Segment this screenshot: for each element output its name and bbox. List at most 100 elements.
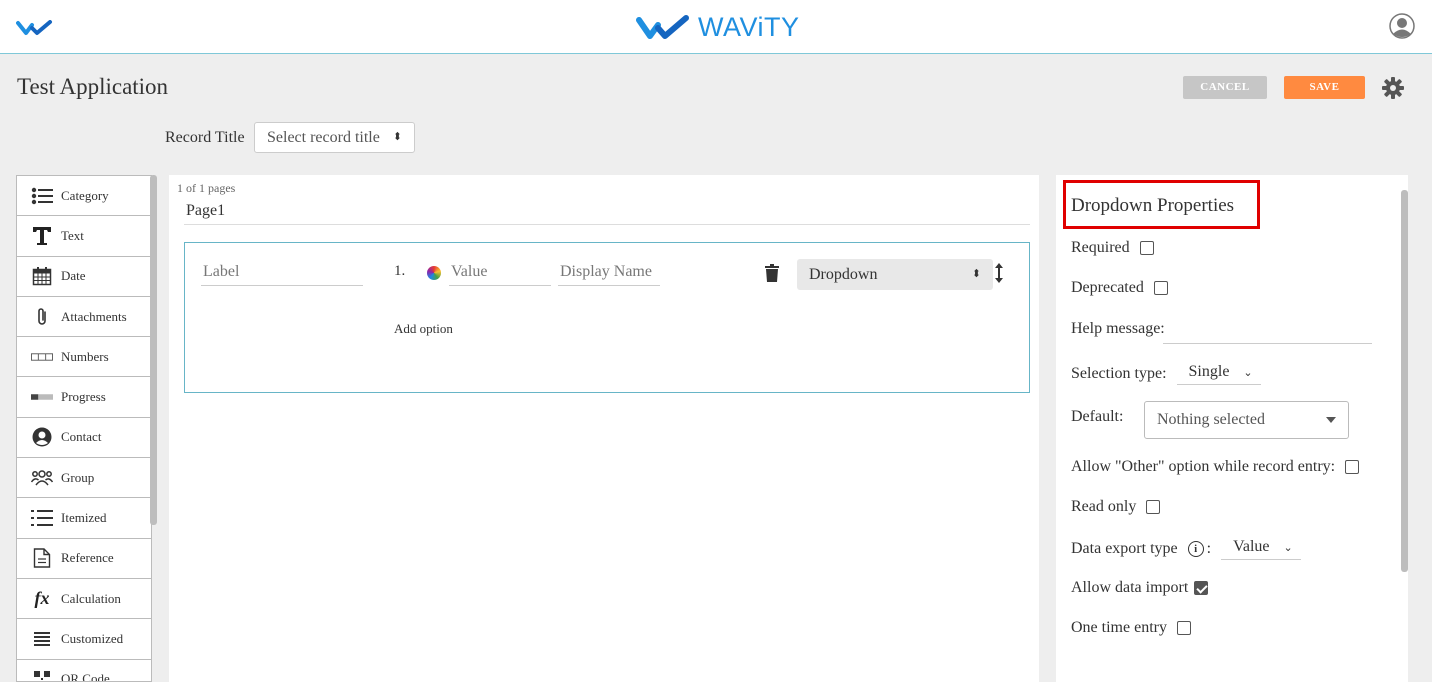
palette-item-itemized[interactable]: Itemized bbox=[17, 498, 151, 539]
properties-panel: Dropdown Properties Required Deprecated … bbox=[1056, 175, 1408, 682]
palette-item-label: Calculation bbox=[61, 590, 121, 606]
data-export-colon: : bbox=[1206, 540, 1212, 557]
selection-type-select[interactable]: Single ⌄ bbox=[1176, 363, 1261, 385]
palette-item-label: Customized bbox=[61, 630, 124, 646]
field-type-value: Dropdown bbox=[809, 266, 878, 283]
deprecated-checkbox[interactable] bbox=[1153, 281, 1168, 295]
selection-type-label: Selection type: bbox=[1071, 365, 1167, 382]
palette-scrollbar[interactable] bbox=[150, 175, 157, 525]
add-option-link[interactable]: Add option bbox=[394, 321, 453, 337]
list-icon bbox=[31, 185, 53, 207]
allow-other-checkbox[interactable] bbox=[1345, 460, 1360, 474]
palette-item-text[interactable]: Text bbox=[17, 216, 151, 257]
option-value-input[interactable]: Value bbox=[451, 263, 487, 281]
data-export-label: Data export type bbox=[1071, 540, 1178, 557]
palette-item-label: Category bbox=[61, 187, 109, 203]
save-button[interactable]: SAVE bbox=[1284, 76, 1365, 99]
palette-item-reference[interactable]: Reference bbox=[17, 539, 151, 579]
palette-item-group[interactable]: Group bbox=[17, 458, 151, 499]
chevron-down-icon: ⌄ bbox=[1243, 366, 1253, 379]
palette-item-label: Itemized bbox=[61, 510, 107, 526]
deprecated-label: Deprecated bbox=[1071, 279, 1144, 296]
help-message-input[interactable] bbox=[1163, 343, 1372, 344]
calendar-icon bbox=[31, 265, 53, 287]
record-title-select-value: Select record title bbox=[267, 129, 380, 146]
group-icon bbox=[31, 467, 53, 489]
palette-item-contact[interactable]: Contact bbox=[17, 418, 151, 459]
one-time-entry-checkbox[interactable] bbox=[1176, 621, 1191, 635]
allow-other-row: Allow "Other" option while record entry: bbox=[1071, 458, 1360, 476]
read-only-checkbox[interactable] bbox=[1146, 500, 1161, 514]
palette-item-label: Group bbox=[61, 469, 95, 485]
palette-item-attachments[interactable]: Attachments bbox=[17, 297, 151, 338]
palette-item-label: QR Code bbox=[61, 671, 110, 682]
default-row: Default: bbox=[1071, 408, 1123, 426]
label-input[interactable]: Label bbox=[203, 263, 239, 281]
required-label: Required bbox=[1071, 239, 1130, 256]
user-avatar-icon[interactable] bbox=[1389, 13, 1415, 44]
properties-scrollbar[interactable] bbox=[1401, 190, 1408, 572]
read-only-row: Read only bbox=[1071, 498, 1161, 516]
data-export-row: Data export type i : Value ⌄ bbox=[1071, 538, 1301, 560]
drag-handle-icon[interactable] bbox=[995, 263, 1003, 288]
palette-item-numbers[interactable]: Numbers bbox=[17, 337, 151, 378]
fx-icon: fx bbox=[34, 588, 50, 609]
info-icon[interactable]: i bbox=[1187, 541, 1204, 557]
palette-item-category[interactable]: Category bbox=[17, 176, 151, 217]
page-name[interactable]: Page1 bbox=[186, 202, 225, 220]
allow-import-checkbox[interactable] bbox=[1194, 581, 1209, 595]
brand-name: WAViTY bbox=[698, 12, 800, 42]
caret-down-icon bbox=[1326, 417, 1336, 423]
contact-icon bbox=[31, 426, 53, 448]
palette-item-label: Text bbox=[61, 227, 84, 243]
wavity-corner-logo-icon[interactable] bbox=[16, 20, 54, 41]
page-count-label: 1 of 1 pages bbox=[177, 181, 236, 195]
allow-other-label: Allow "Other" option while record entry: bbox=[1071, 458, 1336, 475]
palette-item-label: Contact bbox=[61, 429, 102, 445]
palette-item-label: Progress bbox=[61, 389, 106, 405]
field-type-select[interactable]: Dropdown ⬍ bbox=[797, 259, 993, 290]
record-title-select[interactable]: Select record title ⬍ bbox=[254, 122, 415, 153]
palette-item-progress[interactable]: Progress bbox=[17, 377, 151, 418]
form-canvas: 1 of 1 pages Page1 Label 1. Value Displa… bbox=[169, 175, 1039, 682]
cancel-button[interactable]: CANCEL bbox=[1183, 76, 1267, 99]
brand-logo: WAViTY bbox=[636, 12, 800, 43]
document-icon bbox=[31, 547, 53, 569]
wavity-logo-icon bbox=[636, 14, 689, 39]
color-picker-icon[interactable] bbox=[427, 266, 441, 280]
palette-item-qr-code[interactable]: QR Code bbox=[17, 660, 151, 682]
read-only-label: Read only bbox=[1071, 498, 1137, 515]
progress-icon bbox=[31, 386, 53, 408]
data-export-select[interactable]: Value ⌄ bbox=[1221, 538, 1301, 560]
itemized-icon bbox=[31, 507, 53, 529]
palette-item-date[interactable]: Date bbox=[17, 257, 151, 297]
help-message-label: Help message: bbox=[1071, 320, 1165, 337]
selection-type-value: Single bbox=[1188, 363, 1230, 380]
one-time-entry-label: One time entry bbox=[1071, 619, 1167, 636]
updown-caret-icon: ⬍ bbox=[392, 131, 402, 143]
required-row: Required bbox=[1071, 239, 1154, 257]
selection-type-row: Selection type: Single ⌄ bbox=[1071, 363, 1261, 385]
default-value: Nothing selected bbox=[1157, 411, 1265, 428]
allow-import-row: Allow data import bbox=[1071, 579, 1209, 597]
data-export-value: Value bbox=[1233, 538, 1270, 555]
top-bar: WAViTY bbox=[0, 0, 1432, 54]
text-icon bbox=[31, 225, 53, 247]
trash-icon[interactable] bbox=[765, 264, 779, 287]
chevron-down-icon: ⌄ bbox=[1283, 541, 1293, 554]
deprecated-row: Deprecated bbox=[1071, 279, 1168, 297]
palette-item-calculation[interactable]: fx Calculation bbox=[17, 579, 151, 620]
numbers-icon bbox=[31, 346, 53, 368]
gear-icon[interactable] bbox=[1381, 76, 1405, 105]
allow-import-label: Allow data import bbox=[1071, 579, 1189, 596]
label-input-underline bbox=[201, 285, 363, 286]
palette-item-customized[interactable]: Customized bbox=[17, 619, 151, 660]
required-checkbox[interactable] bbox=[1139, 241, 1154, 255]
default-select[interactable]: Nothing selected bbox=[1144, 401, 1349, 439]
option-display-name-input[interactable]: Display Name bbox=[560, 263, 652, 281]
dropdown-field-editor[interactable]: Label 1. Value Display Name Add option D… bbox=[184, 242, 1030, 393]
page-divider bbox=[184, 224, 1030, 225]
record-title-label: Record Title bbox=[165, 129, 245, 146]
field-palette: Category Text Date Attachments Numbers P… bbox=[16, 175, 152, 682]
default-label: Default: bbox=[1071, 408, 1124, 425]
